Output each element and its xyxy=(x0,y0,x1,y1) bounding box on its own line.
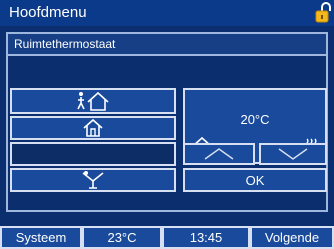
next-label: Volgende xyxy=(264,230,320,245)
chevron-down-icon xyxy=(278,148,308,160)
clock: 13:45 xyxy=(162,226,250,249)
setpoint-value: 20°C xyxy=(240,112,270,127)
decrease-button[interactable] xyxy=(259,143,327,165)
moon-icon xyxy=(89,146,97,162)
padlock-icon[interactable] xyxy=(313,2,333,24)
cocktail-glass-icon xyxy=(82,171,104,189)
increase-button[interactable] xyxy=(183,143,255,165)
outdoor-temperature: 23°C xyxy=(82,226,162,249)
ok-button[interactable]: OK xyxy=(183,168,327,192)
time-value: 13:45 xyxy=(189,230,223,245)
mode-button-away[interactable] xyxy=(10,88,176,114)
header-bar: Hoofdmenu xyxy=(0,0,334,26)
ok-label: OK xyxy=(245,172,265,188)
chevron-up-icon xyxy=(204,148,234,160)
house-icon xyxy=(83,118,103,137)
page-title: Hoofdmenu xyxy=(9,4,87,21)
footer-bar: Systeem 23°C 13:45 Volgende xyxy=(0,226,334,249)
mode-button-home[interactable] xyxy=(10,116,176,140)
next-button[interactable]: Volgende xyxy=(250,226,334,249)
panel-title-bar: Ruimtethermostaat xyxy=(8,34,326,56)
outdoor-temp-value: 23°C xyxy=(107,230,137,245)
mode-button-party[interactable] xyxy=(10,168,176,192)
thermostat-screen: Hoofdmenu Ruimtethermostaat 20°C OK Syst… xyxy=(0,0,334,249)
panel-title: Ruimtethermostaat xyxy=(14,37,116,51)
system-button[interactable]: Systeem xyxy=(0,226,82,249)
room-thermostat-panel: Ruimtethermostaat 20°C OK xyxy=(6,32,328,212)
mode-button-night[interactable] xyxy=(10,142,176,166)
system-label: Systeem xyxy=(15,230,67,245)
away-person-house-icon xyxy=(77,91,109,111)
